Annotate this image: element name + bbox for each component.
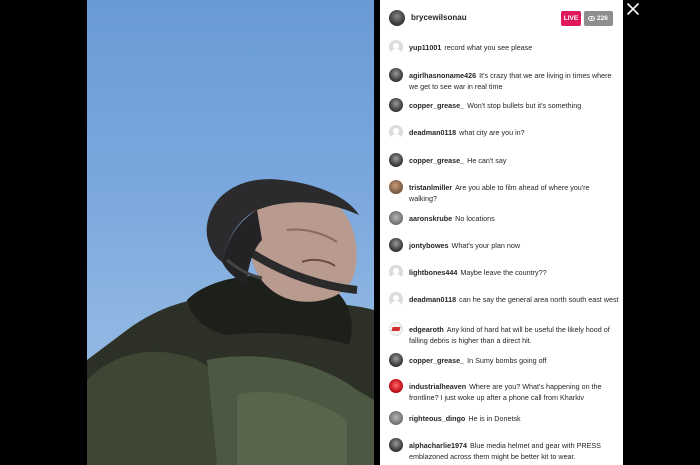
comment-text: What's your plan now [451,241,521,250]
comment-username[interactable]: edgearoth [409,325,444,334]
comment-username[interactable]: copper_grease_ [409,156,464,165]
commenter-avatar[interactable] [389,98,403,112]
comment-username[interactable]: copper_grease_ [409,356,464,365]
comment-text: No locations [455,214,495,223]
comment-text: In Sumy bombs going off [467,356,547,365]
comment-username[interactable]: industrialheaven [409,382,466,391]
host-avatar[interactable] [389,10,405,26]
comment-text: what city are you in? [459,128,525,137]
comment-username[interactable]: deadman0118 [409,295,456,304]
commenter-avatar[interactable] [389,322,403,336]
eye-icon [588,15,595,22]
commenter-avatar[interactable] [389,379,403,393]
comment-username[interactable]: tristanlmiller [409,183,452,192]
commenter-avatar[interactable] [389,438,403,452]
commenter-avatar[interactable] [389,125,403,139]
viewer-count: 226 [597,15,608,22]
video-frame-image [87,179,374,465]
commenter-avatar[interactable] [389,411,403,425]
live-badge: LIVE [561,11,581,26]
comment-username[interactable]: yup11001 [409,43,441,52]
commenter-avatar[interactable] [389,68,403,82]
commenter-avatar[interactable] [389,238,403,252]
comment-text: Won't stop bullets but it's something [467,101,582,110]
commenter-avatar[interactable] [389,265,403,279]
commenter-avatar[interactable] [389,292,403,306]
comment-username[interactable]: lightbones444 [409,268,457,277]
comment-username[interactable]: jontybowes [409,241,449,250]
comment-username[interactable]: aaronskrube [409,214,452,223]
comment-username[interactable]: alphacharlie1974 [409,441,467,450]
commenter-avatar[interactable] [389,40,403,54]
comment-text: record what you see please [444,43,533,52]
comment-text: can he say the general area north south … [459,295,619,304]
comment-username[interactable]: righteous_dingo [409,414,465,423]
stream-header: brycewilsonau LIVE 226 [380,0,623,36]
viewer-count-badge[interactable]: 226 [584,11,613,26]
commenter-avatar[interactable] [389,180,403,194]
comment-text: Maybe leave the country?? [460,268,547,277]
close-icon[interactable] [626,2,640,16]
live-video-feed[interactable] [87,0,374,465]
commenter-avatar[interactable] [389,153,403,167]
host-username[interactable]: brycewilsonau [411,13,467,22]
comment-username[interactable]: agirlhasnoname426 [409,71,476,80]
commenter-avatar[interactable] [389,353,403,367]
comment-text: He can't say [467,156,507,165]
comment-username[interactable]: deadman0118 [409,128,456,137]
live-comments-panel: brycewilsonau LIVE 226 yup11001 record wh… [380,0,623,465]
commenter-avatar[interactable] [389,211,403,225]
comment-text: He is in Donetsk [468,414,521,423]
comment-username[interactable]: copper_grease_ [409,101,464,110]
